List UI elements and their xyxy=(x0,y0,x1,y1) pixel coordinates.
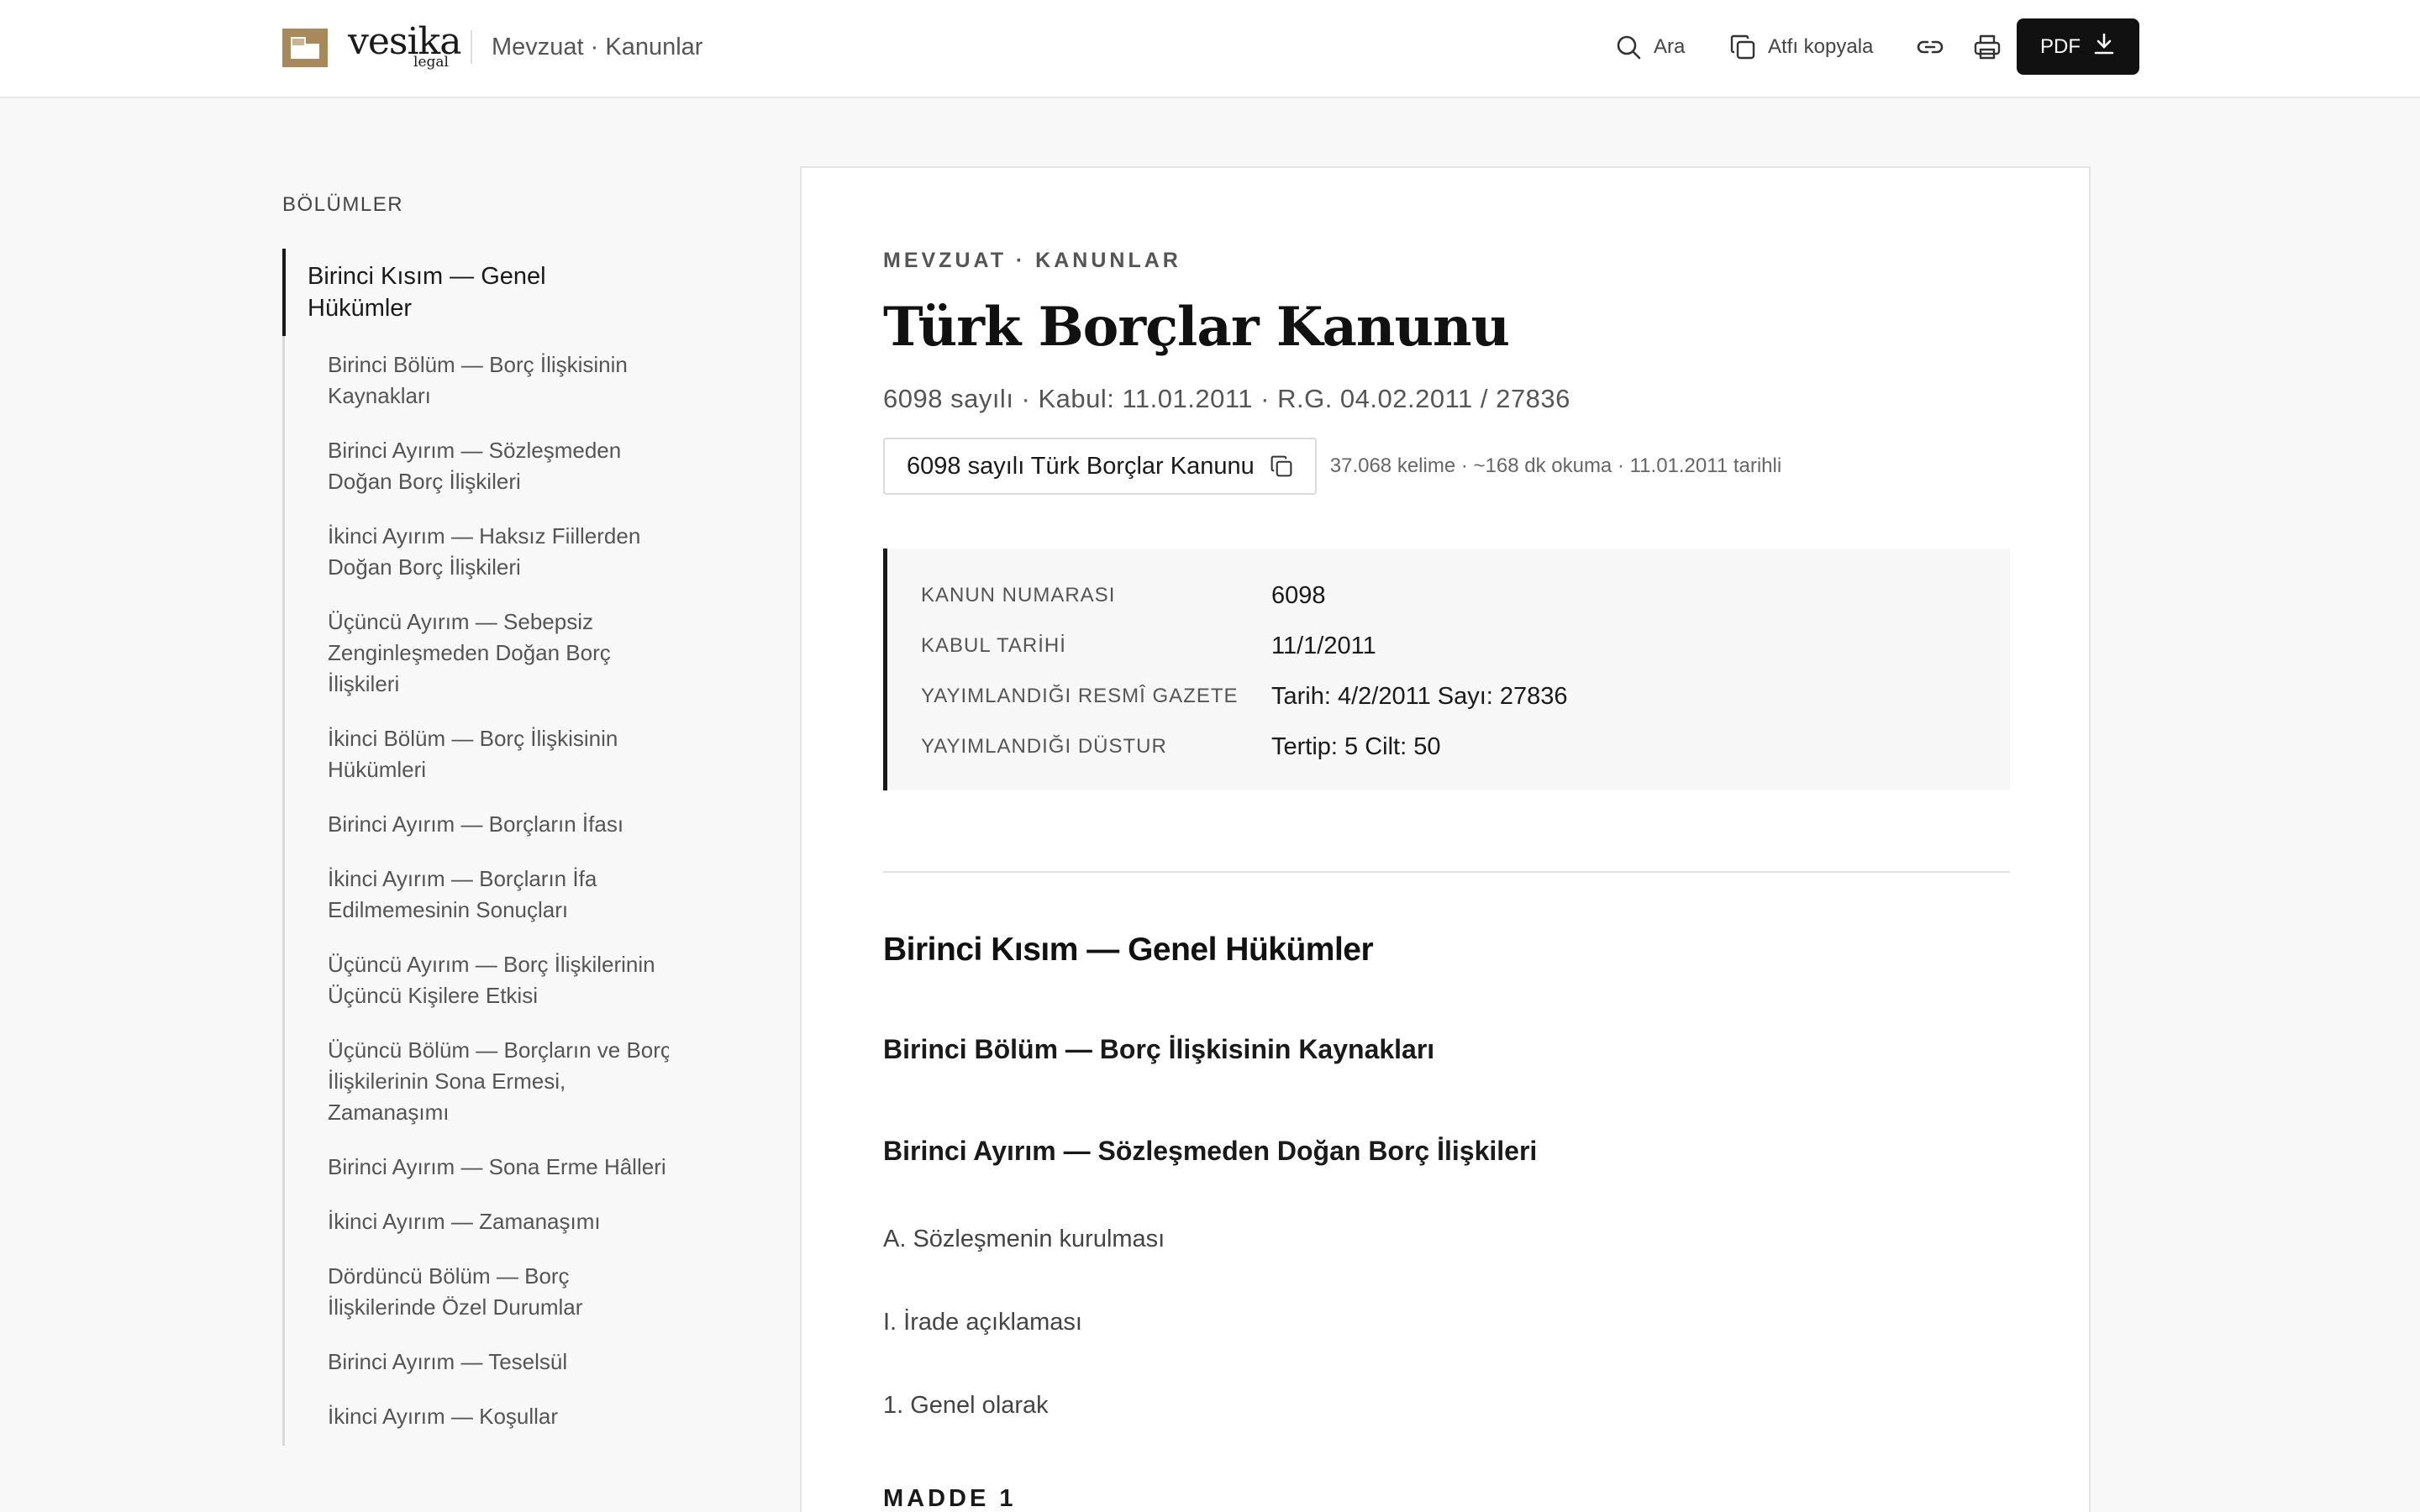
toc-item[interactable]: İkinci Bölüm — Borç İlişkisinin Hükümler… xyxy=(285,713,669,799)
logo-mark-icon xyxy=(281,25,329,69)
toc-item[interactable]: Birinci Ayırım — Teselsül xyxy=(285,1336,669,1391)
metadata-row: KANUN NUMARASI 6098 xyxy=(921,570,1976,621)
citation-row: 6098 sayılı Türk Borçlar Kanunu 37.068 k… xyxy=(883,438,2010,495)
section-divider xyxy=(883,871,2010,873)
sidebar-title: BÖLÜMLER xyxy=(282,193,404,216)
download-icon xyxy=(2092,32,2116,61)
chapter-heading: Birinci Bölüm — Borç İlişkisinin Kaynakl… xyxy=(883,1034,1435,1064)
toc-item[interactable]: Birinci Ayırım — Sözleşmeden Doğan Borç … xyxy=(285,425,669,511)
metadata-row: YAYIMLANDIĞI DÜSTUR Tertip: 5 Cilt: 50 xyxy=(921,722,1976,772)
breadcrumb[interactable]: Mevzuat · Kanunlar xyxy=(492,30,702,64)
citation-copy-box[interactable]: 6098 sayılı Türk Borçlar Kanunu xyxy=(883,438,1317,495)
toc-item[interactable]: Dördüncü Bölüm — Borç İlişkilerinde Özel… xyxy=(285,1251,669,1336)
metadata-key: YAYIMLANDIĞI RESMÎ GAZETE xyxy=(921,685,1239,707)
document-content: MEVZUAT · KANUNLAR Türk Borçlar Kanunu 6… xyxy=(883,249,2010,1512)
subheading-a: A. Sözleşmenin kurulması xyxy=(883,1226,1165,1252)
toc-item[interactable]: Birinci Bölüm — Borç İlişkisinin Kaynakl… xyxy=(285,339,669,425)
search-label: Ara xyxy=(1654,35,1686,58)
top-bar: vesika legal Mevzuat · Kanunlar Ara Atfı… xyxy=(0,0,2420,98)
toc-item[interactable]: Birinci Ayırım — Borçların İfası xyxy=(285,799,669,853)
search-icon xyxy=(1615,34,1642,60)
citation-text: 6098 sayılı Türk Borçlar Kanunu xyxy=(907,452,1255,480)
document-paper: MEVZUAT · KANUNLAR Türk Borçlar Kanunu 6… xyxy=(800,166,2091,1512)
print-button[interactable] xyxy=(1973,29,2002,66)
metadata-value: Tertip: 5 Cilt: 50 xyxy=(1271,732,1441,760)
share-link-button[interactable] xyxy=(1916,29,1944,66)
copy-citation-label: Atfı kopyala xyxy=(1768,35,1874,58)
subheading-i: I. İrade açıklaması xyxy=(883,1309,1082,1336)
copy-icon[interactable] xyxy=(1270,454,1293,478)
metadata-panel: KANUN NUMARASI 6098 KABUL TARİHİ 11/1/20… xyxy=(883,549,2010,790)
document-title: Türk Borçlar Kanunu xyxy=(883,296,1510,359)
metadata-row: YAYIMLANDIĞI RESMÎ GAZETE Tarih: 4/2/201… xyxy=(921,671,1976,722)
toc-item[interactable]: İkinci Ayırım — Haksız Fiillerden Doğan … xyxy=(285,511,669,596)
metadata-key: KABUL TARİHİ xyxy=(921,634,1066,657)
metadata-value: Tarih: 4/2/2011 Sayı: 27836 xyxy=(1271,682,1568,710)
sidebar-toc: BÖLÜMLER Birinci Kısım — Genel Hükümler … xyxy=(282,193,669,1487)
print-icon xyxy=(1973,33,2002,61)
metadata-value: 6098 xyxy=(1271,581,1326,609)
metadata-value: 11/1/2011 xyxy=(1271,632,1376,659)
toc-item[interactable]: İkinci Ayırım — Zamanaşımı xyxy=(285,1196,669,1251)
toc-item[interactable]: İkinci Ayırım — Koşullar xyxy=(285,1391,669,1446)
subheading-1: 1. Genel olarak xyxy=(883,1392,1049,1419)
copy-icon xyxy=(1729,34,1756,60)
metadata-key: KANUN NUMARASI xyxy=(921,584,1116,606)
toc-item-active[interactable]: Birinci Kısım — Genel Hükümler xyxy=(282,249,568,336)
brand-sub: legal xyxy=(413,54,449,71)
document-stats: 37.068 kelime · ~168 dk okuma · 11.01.20… xyxy=(1329,454,1782,477)
article-number: MADDE 1 xyxy=(883,1485,1017,1512)
document-subline: 6098 sayılı · Kabul: 11.01.2011 · R.G. 0… xyxy=(883,384,1570,413)
copy-citation-button[interactable]: Atfı kopyala xyxy=(1729,29,1873,66)
toc-tree: Birinci Kısım — Genel Hükümler Birinci B… xyxy=(282,249,669,1446)
search-button[interactable]: Ara xyxy=(1615,29,1685,66)
toc-item[interactable]: Birinci Ayırım — Sona Erme Hâlleri xyxy=(285,1142,669,1196)
pdf-download-button[interactable]: PDF xyxy=(2017,18,2139,75)
section-heading: Birinci Ayırım — Sözleşmeden Doğan Borç … xyxy=(883,1136,1538,1166)
header-divider xyxy=(471,30,472,64)
metadata-key: YAYIMLANDIĞI DÜSTUR xyxy=(921,735,1167,758)
metadata-row: KABUL TARİHİ 11/1/2011 xyxy=(921,621,1976,671)
link-icon xyxy=(1916,33,1944,61)
toc-item[interactable]: Üçüncü Bölüm — Borçların ve Borç İlişkil… xyxy=(285,1025,669,1142)
pdf-label: PDF xyxy=(2040,34,2081,58)
toc-item[interactable]: İkinci Ayırım — Borçların İfa Edilmemesi… xyxy=(285,853,669,939)
toc-list: Birinci Bölüm — Borç İlişkisinin Kaynakl… xyxy=(285,336,669,1446)
brand-logo[interactable]: vesika legal xyxy=(281,20,461,71)
document-eyebrow: MEVZUAT · KANUNLAR xyxy=(883,249,1181,272)
part-heading: Birinci Kısım — Genel Hükümler xyxy=(883,932,1374,968)
toc-item[interactable]: Üçüncü Ayırım — Borç İlişkilerinin Üçünc… xyxy=(285,939,669,1025)
toc-item[interactable]: Üçüncü Ayırım — Sebepsiz Zenginleşmeden … xyxy=(285,596,669,713)
